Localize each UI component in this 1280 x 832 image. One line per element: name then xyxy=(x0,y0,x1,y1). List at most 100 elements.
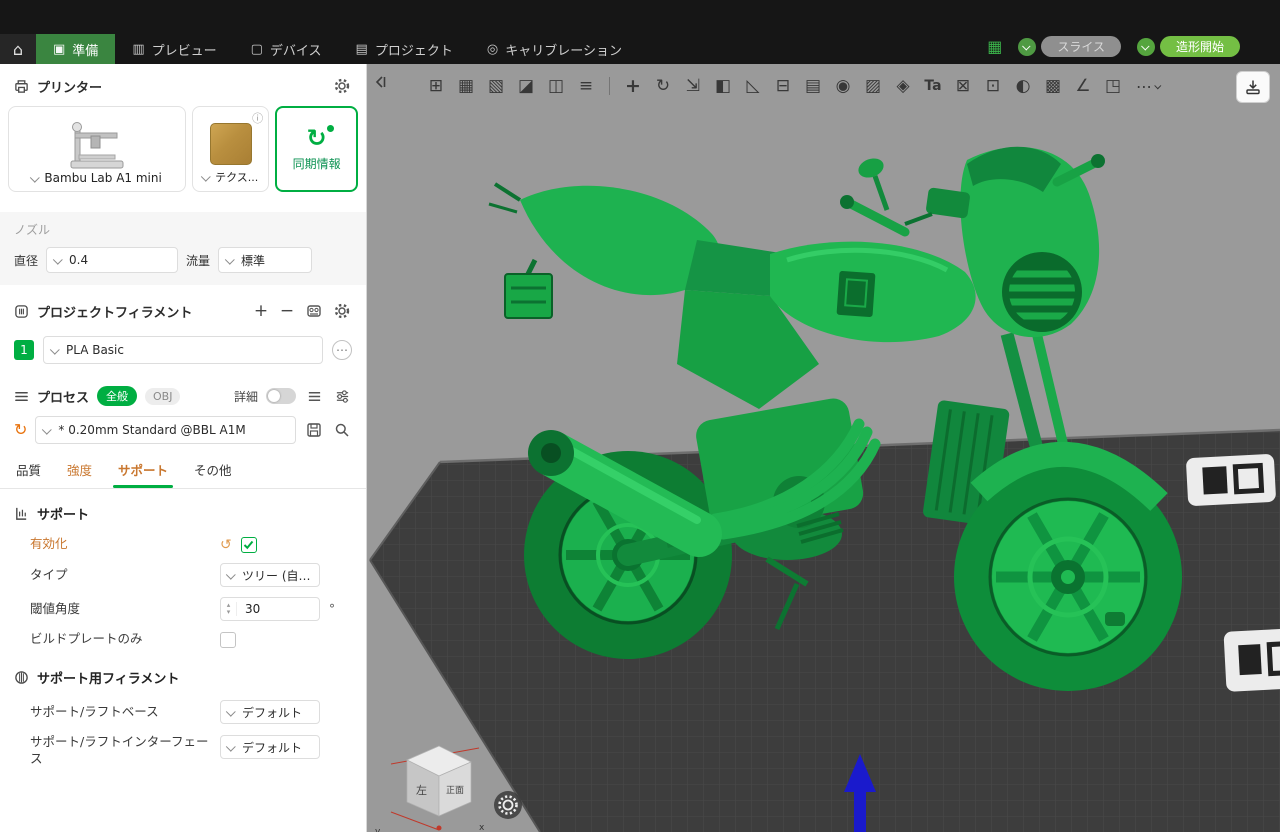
nozzle-section-title: ノズル xyxy=(14,221,352,238)
measure-icon[interactable]: ∠ xyxy=(1068,71,1098,101)
text-tool-icon[interactable]: Ta xyxy=(918,71,948,101)
view-settings-button[interactable] xyxy=(494,791,522,819)
support-enable-checkbox[interactable] xyxy=(241,537,257,553)
nav-cube-front-label[interactable]: 正面 xyxy=(446,785,464,796)
support-filament-icon xyxy=(14,670,29,685)
sync-info-card[interactable]: ↻ 同期情報 xyxy=(275,106,358,192)
filament-settings-button[interactable] xyxy=(332,301,352,321)
slice-dropdown-button[interactable] xyxy=(1018,38,1036,56)
nav-cube[interactable]: 左 正面 y x xyxy=(375,746,485,832)
home-button[interactable]: ⌂ xyxy=(0,34,36,64)
rotate-icon[interactable]: ↻ xyxy=(648,71,678,101)
support-interface-select[interactable]: デフォルト xyxy=(220,735,320,759)
param-compare-button[interactable] xyxy=(332,386,352,406)
save-preset-button[interactable] xyxy=(304,420,324,440)
param-list-button[interactable] xyxy=(304,386,324,406)
plate-only-checkbox[interactable] xyxy=(220,632,236,648)
mirror-icon[interactable]: ◧ xyxy=(708,71,738,101)
printer-settings-button[interactable] xyxy=(332,76,352,96)
support-base-select[interactable]: デフォルト xyxy=(220,700,320,724)
chevron-down-icon xyxy=(42,424,52,434)
assembly-icon[interactable]: ◳ xyxy=(1098,71,1128,101)
tab-project[interactable]: ▤ プロジェクト xyxy=(339,34,470,64)
support-group-header: サポート xyxy=(0,489,366,531)
lay-flat-icon[interactable]: ◺ xyxy=(738,71,768,101)
split-window-icon[interactable]: ◫ xyxy=(541,71,571,101)
chevron-down-icon xyxy=(53,254,63,264)
tab-prepare[interactable]: ▣ 準備 xyxy=(36,34,115,64)
print-dropdown-button[interactable] xyxy=(1137,38,1155,56)
support-group-title: サポート xyxy=(37,504,89,523)
printer-select-card[interactable]: Bambu Lab A1 mini xyxy=(8,106,186,192)
preset-reset-icon[interactable]: ↻ xyxy=(14,422,27,438)
search-param-button[interactable] xyxy=(332,420,352,440)
filament-menu-button[interactable]: ⋯ xyxy=(332,340,352,360)
printer-cards: Bambu Lab A1 mini ⓘ テクス... ↻ 同期情報 xyxy=(0,104,366,192)
scene-3d: 左 正面 y x xyxy=(367,64,1280,832)
start-print-button[interactable]: 造形開始 xyxy=(1160,36,1240,57)
spin-down-button[interactable]: ▾ xyxy=(227,609,231,616)
tab-calibration[interactable]: ◎ キャリブレーション xyxy=(470,34,639,64)
viewport-3d[interactable]: 左 正面 y x xyxy=(367,64,1280,832)
send-to-plate-button[interactable] xyxy=(1236,71,1270,103)
tab-others[interactable]: その他 xyxy=(194,460,232,488)
arrange-icon[interactable]: ▦ xyxy=(451,71,481,101)
printer-name: Bambu Lab A1 mini xyxy=(44,171,161,185)
more-tools-button[interactable]: ⋯ xyxy=(1136,77,1161,96)
variable-layer-icon[interactable]: ▤ xyxy=(798,71,828,101)
sync-info-label: 同期情報 xyxy=(293,155,341,172)
sync-status-dot xyxy=(327,125,334,132)
gear-icon xyxy=(334,78,350,94)
auto-arrange-icon[interactable]: ▧ xyxy=(481,71,511,101)
printer-section-title: プリンター xyxy=(37,77,102,96)
save-icon xyxy=(306,422,322,438)
tab-strength[interactable]: 強度 xyxy=(67,460,92,488)
home-icon: ⌂ xyxy=(13,40,23,59)
support-type-select[interactable]: ツリー (自動) xyxy=(220,563,320,587)
process-preset-row: ↻ * 0.20mm Standard @BBL A1M xyxy=(0,414,366,452)
axis-x-label: x xyxy=(479,823,485,832)
add-plate-icon[interactable]: ⊞ xyxy=(421,71,451,101)
nav-cube-left-label[interactable]: 左 xyxy=(416,784,427,797)
nozzle-flow-select[interactable]: 標準 xyxy=(218,247,312,273)
boolean-icon[interactable]: ◐ xyxy=(1008,71,1038,101)
object-list-icon[interactable]: ≡ xyxy=(571,71,601,101)
simplify-icon[interactable]: ▩ xyxy=(1038,71,1068,101)
tab-label: デバイス xyxy=(270,40,322,59)
tab-support[interactable]: サポート xyxy=(118,460,168,488)
tab-device[interactable]: ▢ デバイス xyxy=(234,34,339,64)
collapse-icon xyxy=(373,74,387,90)
filament-select[interactable]: PLA Basic xyxy=(43,336,323,364)
wipe-tower-icon[interactable]: ◪ xyxy=(511,71,541,101)
seam-paint-icon[interactable]: ◈ xyxy=(888,71,918,101)
collapse-sidebar-button[interactable] xyxy=(373,74,387,94)
tab-label: プレビュー xyxy=(152,40,217,59)
threshold-angle-input[interactable]: ▴ ▾ 30 xyxy=(220,597,320,621)
plate-indicator-icon: ▦ xyxy=(987,39,1002,55)
remove-filament-button[interactable]: − xyxy=(278,301,296,321)
color-paint-icon[interactable]: ◉ xyxy=(828,71,858,101)
ams-sync-button[interactable] xyxy=(304,301,324,321)
plate-texture-image xyxy=(210,123,252,165)
add-filament-button[interactable]: + xyxy=(252,301,270,321)
nozzle-diameter-select[interactable]: 0.4 xyxy=(46,247,178,273)
scope-global-badge[interactable]: 全般 xyxy=(97,386,137,406)
info-icon[interactable]: ⓘ xyxy=(252,110,263,126)
advanced-toggle[interactable] xyxy=(266,388,296,404)
scale-icon[interactable]: ⇲ xyxy=(678,71,708,101)
tab-preview[interactable]: ▥ プレビュー xyxy=(115,34,233,64)
support-paint-icon[interactable]: ▨ xyxy=(858,71,888,101)
plate-type-card[interactable]: ⓘ テクス... xyxy=(192,106,269,192)
reset-value-icon[interactable]: ↺ xyxy=(220,538,232,552)
move-icon[interactable]: + xyxy=(618,71,648,101)
slice-button[interactable]: スライス xyxy=(1041,36,1121,57)
scope-objects-badge[interactable]: OBJ xyxy=(145,388,180,405)
process-preset-select[interactable]: * 0.20mm Standard @BBL A1M xyxy=(35,416,296,444)
svg-tool-icon[interactable]: ⊠ xyxy=(948,71,978,101)
support-base-label: サポート/ラフトベース xyxy=(30,704,220,721)
preview-icon: ▥ xyxy=(132,42,144,57)
cut-icon[interactable]: ⊟ xyxy=(768,71,798,101)
tab-quality[interactable]: 品質 xyxy=(16,460,41,488)
modifier-icon[interactable]: ⊡ xyxy=(978,71,1008,101)
search-icon xyxy=(334,422,350,438)
